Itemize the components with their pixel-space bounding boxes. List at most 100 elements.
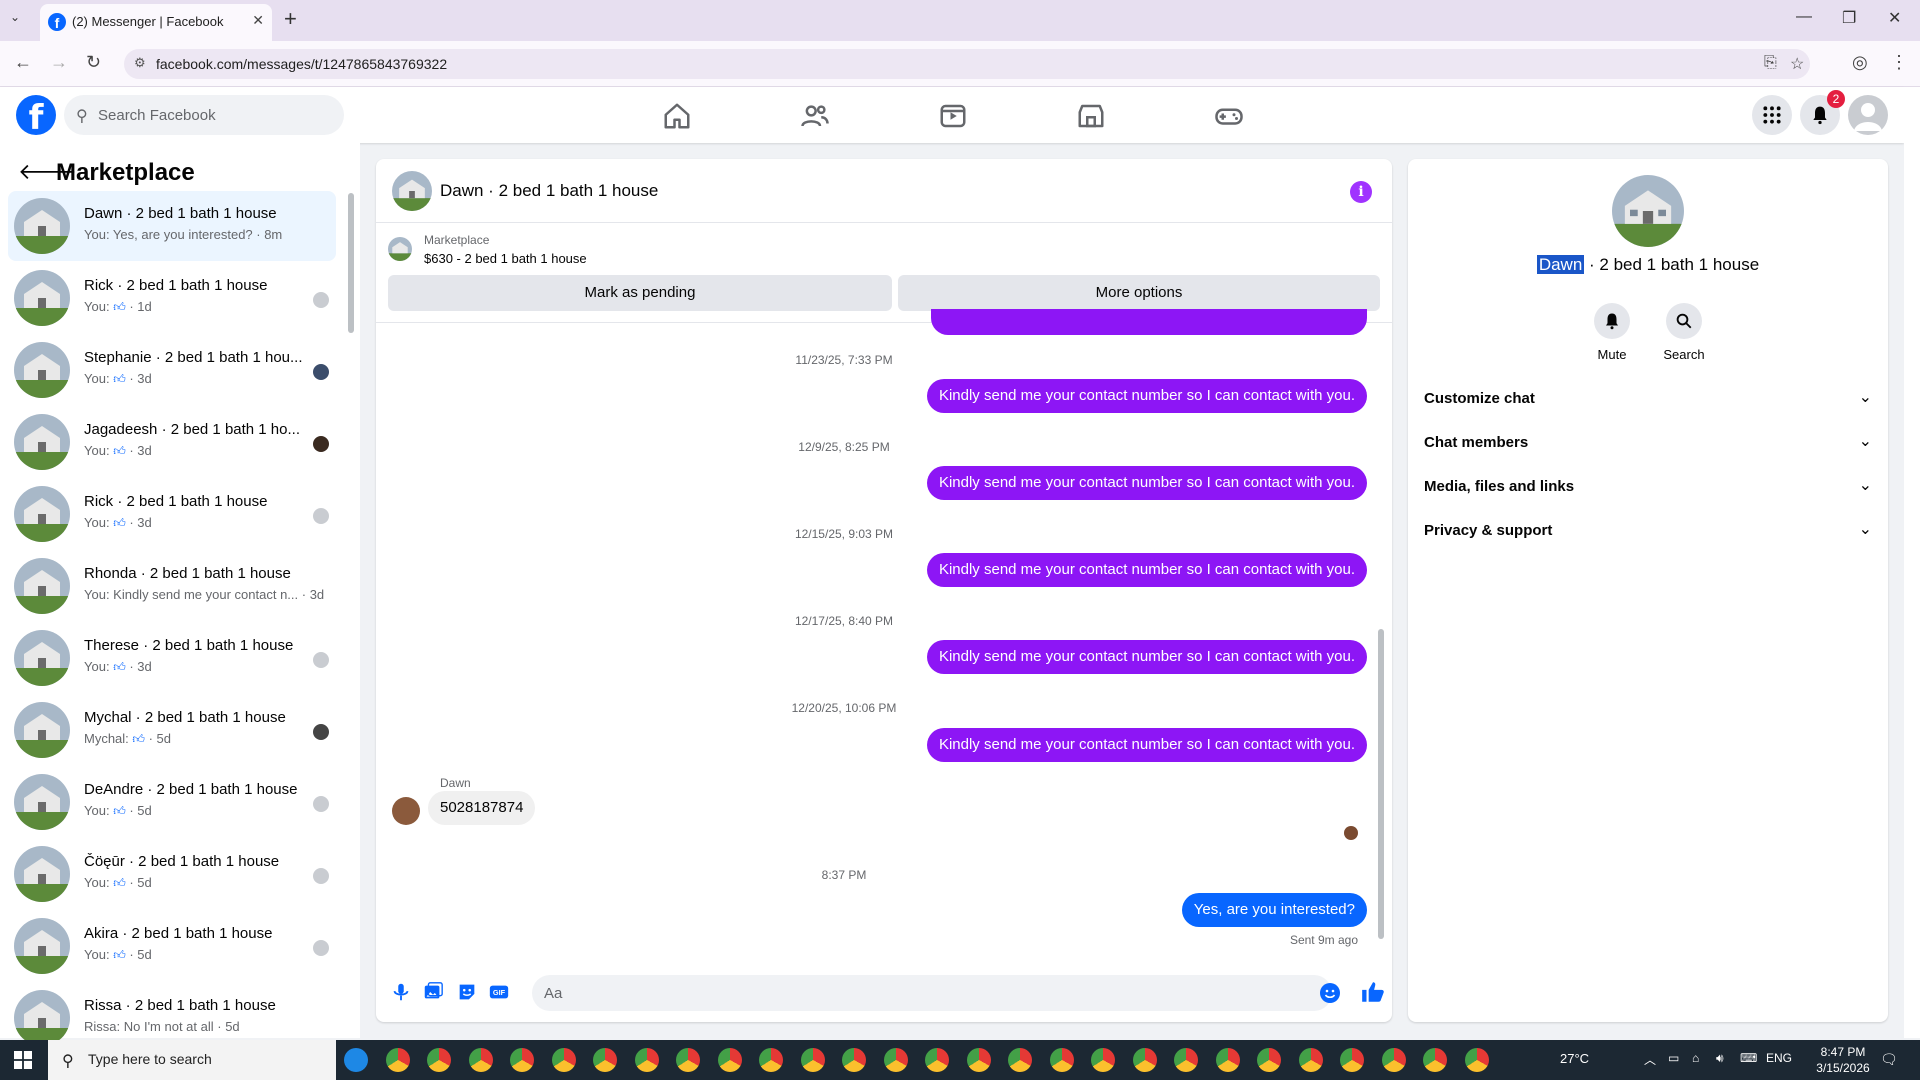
friends-icon[interactable] — [800, 101, 830, 131]
conversation-item[interactable]: Dawn · 2 bed 1 bath 1 house You: Yes, are… — [8, 191, 336, 261]
outgoing-message[interactable]: Kindly send me your contact number so I … — [926, 553, 1367, 587]
chat-listing-thumbnail[interactable] — [392, 171, 432, 211]
sender-avatar[interactable] — [392, 797, 420, 825]
listing-avatar[interactable] — [1612, 175, 1684, 247]
site-info-icon[interactable]: ⚙ — [134, 55, 146, 71]
profile-icon[interactable]: ◎ — [1852, 52, 1868, 73]
window-close-icon[interactable]: ✕ — [1888, 8, 1901, 28]
chrome-app-icon[interactable] — [634, 1048, 659, 1072]
chat-members-section[interactable]: Chat members ⌄ — [1424, 425, 1872, 461]
windows-start-icon[interactable] — [14, 1051, 32, 1069]
conversation-item[interactable]: Jagadeesh · 2 bed 1 bath 1 ho... You: 👍︎ … — [8, 407, 336, 477]
forward-icon[interactable]: → — [50, 52, 68, 73]
marketplace-icon[interactable] — [1076, 101, 1106, 131]
gif-icon[interactable]: GIF — [488, 981, 510, 1003]
conversation-item[interactable]: Rick · 2 bed 1 bath 1 house You: 👍︎ · 1d — [8, 263, 336, 333]
thumbs-up-icon[interactable] — [1360, 979, 1386, 1005]
customize-chat-section[interactable]: Customize chat ⌄ — [1424, 381, 1872, 417]
chrome-app-icon[interactable] — [759, 1048, 783, 1072]
weather-temperature[interactable]: 27°C — [1560, 1051, 1589, 1066]
more-options-button[interactable]: More options — [898, 275, 1380, 311]
language-indicator[interactable]: ENG — [1766, 1051, 1792, 1065]
chrome-app-icon[interactable] — [800, 1048, 825, 1072]
media-files-links-section[interactable]: Media, files and links ⌄ — [1424, 469, 1872, 505]
facebook-search[interactable]: ⚲ — [64, 95, 344, 135]
tray-volume-icon[interactable]: 🔊︎ — [1716, 1051, 1724, 1066]
home-icon[interactable] — [662, 101, 692, 131]
search-input[interactable] — [98, 95, 328, 135]
bookmark-star-icon[interactable]: ☆ — [1790, 54, 1804, 74]
outgoing-message[interactable]: Kindly send me your contact number so I … — [926, 466, 1367, 500]
omnibox[interactable]: ⚙ facebook.com/messages/t/12478658437693… — [124, 49, 1810, 79]
facebook-logo-icon[interactable]: f — [16, 95, 56, 138]
chat-title[interactable]: Dawn · 2 bed 1 bath 1 house — [440, 181, 658, 201]
gaming-icon[interactable] — [1214, 101, 1244, 131]
page-scrollbar[interactable] — [1904, 87, 1920, 1038]
restore-icon[interactable]: ❐ — [1842, 8, 1856, 28]
conversation-item[interactable]: Akira · 2 bed 1 bath 1 house You: 👍︎ · 5d — [8, 911, 336, 981]
incoming-message[interactable]: 5028187874 — [428, 791, 536, 825]
chrome-app-icon[interactable] — [1215, 1048, 1240, 1072]
back-icon[interactable]: ← — [14, 52, 32, 73]
chrome-app-icon[interactable] — [1132, 1048, 1157, 1072]
reload-icon[interactable]: ↻ — [86, 52, 101, 73]
browser-tab[interactable]: f (2) Messenger | Facebook ✕ — [40, 4, 272, 41]
thread-scrollbar[interactable] — [1378, 629, 1384, 939]
microphone-icon[interactable] — [390, 981, 412, 1003]
tray-network-icon[interactable]: ⌂ — [1692, 1051, 1699, 1065]
chrome-app-icon[interactable] — [1008, 1048, 1032, 1072]
chrome-app-icon[interactable] — [1464, 1048, 1489, 1072]
conversation-item[interactable]: Rhonda · 2 bed 1 bath 1 house You: Kindly… — [8, 551, 336, 621]
selected-name-text[interactable]: Dawn — [1536, 255, 1585, 274]
listing-thumbnail[interactable] — [388, 237, 412, 261]
message-input[interactable] — [532, 975, 1332, 1011]
taskbar-clock[interactable]: 8:47 PM 3/15/2026 — [1808, 1044, 1878, 1076]
chrome-app-icon[interactable] — [883, 1048, 908, 1072]
tray-keyboard-icon[interactable]: ⌨ — [1740, 1051, 1757, 1065]
listing-price-title[interactable]: $630 - 2 bed 1 bath 1 house — [424, 251, 587, 266]
sticker-icon[interactable] — [456, 981, 478, 1003]
conversation-item[interactable]: Mychal · 2 bed 1 bath 1 house Mychal: 👍︎ … — [8, 695, 336, 765]
conversation-item[interactable]: DeAndre · 2 bed 1 bath 1 house You: 👍︎ · … — [8, 767, 336, 837]
chrome-app-icon[interactable] — [1174, 1048, 1198, 1072]
conversation-item[interactable]: Stephanie · 2 bed 1 bath 1 hou... You: 👍︎… — [8, 335, 336, 405]
chrome-app-icon[interactable] — [1423, 1048, 1447, 1072]
notification-center-icon[interactable]: 🗨︎ — [1880, 1051, 1898, 1068]
info-icon[interactable]: i — [1350, 181, 1372, 203]
chrome-app-icon[interactable] — [676, 1048, 700, 1072]
emoji-icon[interactable] — [1320, 983, 1340, 1003]
url-text[interactable]: facebook.com/messages/t/1247865843769322 — [156, 56, 447, 72]
new-tab-icon[interactable]: + — [284, 6, 297, 32]
chrome-app-icon[interactable] — [1340, 1048, 1364, 1072]
chrome-app-icon[interactable] — [385, 1048, 410, 1072]
mute-button[interactable]: Mute — [1582, 303, 1642, 362]
chrome-app-icon[interactable] — [1091, 1048, 1115, 1072]
file-explorer-icon[interactable] — [427, 1048, 451, 1072]
taskbar-search[interactable]: ⚲ Type here to search — [48, 1040, 336, 1080]
chrome-app-icon[interactable] — [925, 1048, 949, 1072]
minimize-icon[interactable]: — — [1796, 8, 1812, 26]
outgoing-message[interactable]: Kindly send me your contact number so I … — [926, 728, 1367, 762]
conversation-item[interactable]: Therese · 2 bed 1 bath 1 house You: 👍︎ · … — [8, 623, 336, 693]
browser-menu-icon[interactable]: ⋮ — [1890, 52, 1908, 73]
chrome-app-icon[interactable] — [1049, 1048, 1074, 1072]
chrome-app-icon[interactable] — [510, 1048, 534, 1072]
chrome-app-icon[interactable] — [1381, 1048, 1406, 1072]
conversation-list-scrollbar[interactable] — [348, 193, 354, 333]
outgoing-message[interactable]: Kindly send me your contact number so I … — [926, 379, 1367, 413]
tray-chevron-icon[interactable]: ︿ — [1644, 1051, 1656, 1068]
conversation-item[interactable]: Rick · 2 bed 1 bath 1 house You: 👍︎ · 3d — [8, 479, 336, 549]
chrome-app-icon[interactable] — [842, 1048, 866, 1072]
account-avatar[interactable] — [1848, 95, 1888, 135]
tab-list-chevron-icon[interactable]: ⌄ — [10, 10, 20, 24]
conversation-item[interactable]: Čöęūr · 2 bed 1 bath 1 house You: 👍︎ · 5d — [8, 839, 336, 909]
outgoing-message-latest[interactable]: Yes, are you interested? — [1181, 893, 1367, 927]
install-app-icon[interactable]: ⎘ — [1764, 54, 1777, 72]
mark-as-pending-button[interactable]: Mark as pending — [388, 275, 892, 311]
tab-close-icon[interactable]: ✕ — [252, 12, 264, 29]
message-bubble-partial[interactable] — [931, 309, 1367, 335]
chrome-app-icon[interactable] — [966, 1048, 991, 1072]
video-icon[interactable] — [938, 101, 968, 131]
edge-app-icon[interactable] — [344, 1048, 368, 1072]
photo-icon[interactable] — [422, 981, 444, 1003]
